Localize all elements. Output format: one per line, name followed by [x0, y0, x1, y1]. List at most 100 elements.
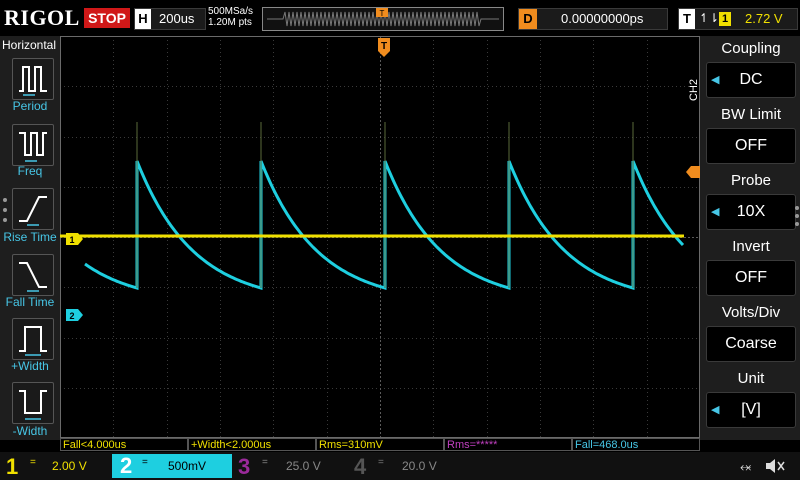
menu-page-dot — [795, 222, 799, 226]
fall-time-label: Fall Time — [5, 295, 55, 309]
probe-title: Probe — [730, 172, 772, 189]
left-arrow-icon: ◀ — [711, 404, 720, 416]
freq-icon — [19, 132, 47, 162]
ch4-status[interactable]: 4 = 20.0 V — [354, 456, 454, 478]
ch1-offset-marker[interactable]: 1 — [66, 233, 84, 245]
ch1-status[interactable]: 1 = 2.00 V — [6, 456, 106, 478]
freq-label: Freq — [17, 164, 43, 178]
coupling-button[interactable]: Coupling ◀ DC — [706, 40, 796, 100]
measurement-item[interactable]: Fall<4.000us — [60, 438, 188, 451]
unit-value: ◀ [V] — [706, 392, 796, 428]
ch2-offset-marker[interactable]: 2 — [66, 309, 84, 321]
overview-trigger-label: T — [380, 9, 385, 18]
trigger-channel: 1 — [719, 12, 731, 26]
waveform-display[interactable] — [60, 36, 700, 438]
graticule — [60, 36, 700, 438]
fall-time-button[interactable] — [12, 254, 54, 296]
bw-limit-button[interactable]: BW Limit OFF — [706, 106, 796, 166]
timebase-value: 200us — [159, 11, 195, 26]
ch3-status[interactable]: 3 = 25.0 V — [238, 456, 338, 478]
menu-page-dot — [795, 214, 799, 218]
period-label: Period — [12, 99, 48, 113]
memory-depth: 1.20M pts — [208, 17, 252, 28]
probe-button[interactable]: Probe ◀ 10X — [706, 172, 796, 232]
run-stop-indicator[interactable]: STOP — [84, 8, 130, 28]
freq-button[interactable] — [12, 124, 54, 166]
measurement-bar: Fall<4.000us +Width<2.000us Rms=310mV Rm… — [60, 438, 700, 452]
invert-button[interactable]: Invert OFF — [706, 238, 796, 298]
volts-div-button[interactable]: Volts/Div Coarse — [706, 304, 796, 364]
pos-width-button[interactable] — [12, 318, 54, 360]
trigger-position-overview: T — [262, 7, 504, 31]
fall-time-icon — [19, 262, 47, 292]
unit-title: Unit — [737, 370, 765, 387]
sample-rate: 500MSa/s — [208, 6, 254, 17]
top-status-bar: RIGOL STOP H 200us 500MSa/s 1.20M pts T … — [0, 0, 800, 36]
left-arrow-icon: ◀ — [711, 74, 720, 86]
speaker-muted-icon[interactable] — [764, 456, 786, 476]
unit-button[interactable]: Unit ◀ [V] — [706, 370, 796, 430]
delay-label: D — [519, 9, 537, 29]
ch1-marker-label: 1 — [69, 235, 74, 245]
rise-time-label: Rise Time — [3, 230, 57, 244]
left-menu-title: Horizontal — [2, 38, 57, 52]
ch2-scale: 500mV — [168, 459, 207, 473]
brand-logo: RIGOL — [4, 5, 80, 30]
trigger-position-label: T — [381, 41, 387, 52]
usb-icon: ⬾ — [740, 458, 752, 474]
trigger-label: T — [679, 9, 695, 29]
ch1-scale: 2.00 V — [52, 459, 87, 473]
rise-time-icon — [19, 196, 47, 226]
ch4-number: 4 — [354, 454, 367, 479]
coupling-title: Coupling — [721, 40, 781, 57]
edge-trigger-icon: ↿⇂ — [699, 11, 720, 25]
ch2-marker-label: 2 — [69, 311, 74, 321]
volts-div-value: Coarse — [706, 326, 796, 362]
delay-box[interactable]: D 0.00000000ps — [518, 8, 668, 30]
bw-limit-title: BW Limit — [721, 106, 781, 123]
ch2-number: 2 — [120, 453, 133, 478]
measurement-item[interactable]: Rms=310mV — [316, 438, 444, 451]
volts-div-title: Volts/Div — [721, 304, 781, 321]
menu-page-dot — [795, 206, 799, 210]
period-button[interactable] — [12, 58, 54, 100]
menu-page-dot — [3, 208, 7, 212]
sample-rate-info: 500MSa/s 1.20M pts — [208, 6, 253, 28]
delay-value: 0.00000000ps — [561, 11, 644, 26]
probe-value: ◀ 10X — [706, 194, 796, 230]
dc-coupling-icon: = — [142, 457, 148, 468]
trigger-box[interactable]: T ↿⇂ 1 2.72 V — [678, 8, 798, 30]
invert-title: Invert — [732, 238, 770, 255]
dc-coupling-icon: = — [262, 457, 268, 468]
coupling-value-text: DC — [739, 71, 763, 88]
neg-width-icon — [19, 390, 47, 420]
unit-value-text: [V] — [741, 401, 761, 418]
dc-coupling-icon: = — [30, 457, 36, 468]
measurement-item[interactable]: +Width<2.000us — [188, 438, 316, 451]
waveform-overview: T — [267, 8, 499, 27]
ch1-number: 1 — [6, 454, 19, 479]
ch3-number: 3 — [238, 454, 251, 479]
ch3-scale: 25.0 V — [286, 459, 321, 473]
menu-page-dot — [3, 198, 7, 202]
neg-width-button[interactable] — [12, 382, 54, 424]
measurement-item[interactable]: Rms=***** — [444, 438, 572, 451]
trigger-level: 2.72 V — [745, 11, 783, 26]
coupling-value: ◀ DC — [706, 62, 796, 98]
trigger-position-marker[interactable]: T — [377, 38, 391, 58]
bw-limit-value: OFF — [706, 128, 796, 164]
left-arrow-icon: ◀ — [711, 206, 720, 218]
neg-width-label: -Width — [12, 424, 48, 438]
rise-time-button[interactable] — [12, 188, 54, 230]
pos-width-label: +Width — [11, 359, 49, 373]
measurement-item[interactable]: Fall=468.0us — [572, 438, 700, 451]
pos-width-icon — [19, 326, 47, 356]
invert-value: OFF — [706, 260, 796, 296]
timebase-box[interactable]: H 200us — [134, 8, 206, 30]
trigger-level-marker[interactable] — [686, 166, 700, 178]
ch2-status[interactable]: 2 = 500mV — [112, 454, 232, 478]
menu-page-dot — [3, 218, 7, 222]
ch4-scale: 20.0 V — [402, 459, 437, 473]
probe-value-text: 10X — [736, 203, 766, 220]
period-icon — [19, 66, 47, 96]
